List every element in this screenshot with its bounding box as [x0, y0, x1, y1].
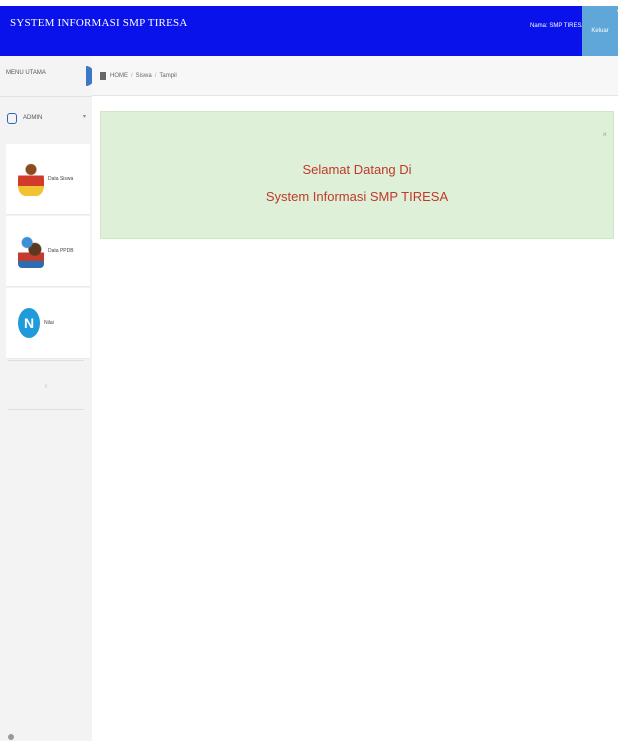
- grade-icon: N: [18, 308, 40, 338]
- student-icon: [18, 162, 44, 196]
- welcome-alert: × Selamat Datang Di System Informasi SMP…: [100, 111, 614, 239]
- close-icon[interactable]: ×: [602, 130, 607, 139]
- sidebar-item-label: Nilai: [44, 320, 54, 326]
- sidebar-user-dropdown[interactable]: ADMIN ▾: [0, 107, 92, 129]
- home-icon: [100, 71, 106, 80]
- sidebar-collapse-toggle[interactable]: ‹: [8, 360, 84, 410]
- sidebar-item-label: Data Siswa: [48, 176, 74, 182]
- logout-button[interactable]: Keluar ▾: [582, 6, 618, 56]
- breadcrumb: HOME / Siswa / Tampil: [92, 56, 618, 96]
- breadcrumb-current: Tampil: [159, 72, 177, 79]
- user-name-label: Nama: SMP TIRESA: [530, 23, 586, 29]
- ppdb-icon: [18, 234, 44, 268]
- sidebar-item-label: Data PPDB: [48, 248, 74, 254]
- chevron-down-icon: ▾: [82, 114, 86, 120]
- top-navbar: [0, 6, 618, 56]
- breadcrumb-home[interactable]: HOME: [110, 73, 128, 79]
- sidebar-header: [0, 56, 92, 97]
- breadcrumb-separator: /: [154, 72, 157, 79]
- breadcrumb-separator: /: [131, 72, 133, 79]
- sidebar-user-label: ADMIN: [23, 115, 43, 121]
- app-brand[interactable]: SYSTEM INFORMASI SMP TIRESA: [10, 17, 187, 29]
- welcome-heading: Selamat Datang Di: [302, 162, 412, 177]
- welcome-subheading: System Informasi SMP TIRESA: [265, 189, 449, 204]
- sidebar-title: MENU UTAMA: [6, 70, 46, 76]
- sidebar-item-data-ppdb[interactable]: Data PPDB: [6, 216, 90, 287]
- breadcrumb-section[interactable]: Siswa: [136, 73, 152, 79]
- sidebar-item-nilai[interactable]: N Nilai: [6, 288, 90, 359]
- sidebar-item-data-siswa[interactable]: Data Siswa: [6, 144, 90, 215]
- settings-icon[interactable]: [8, 734, 14, 740]
- logout-label: Keluar: [591, 28, 609, 34]
- monitor-icon: [7, 112, 17, 124]
